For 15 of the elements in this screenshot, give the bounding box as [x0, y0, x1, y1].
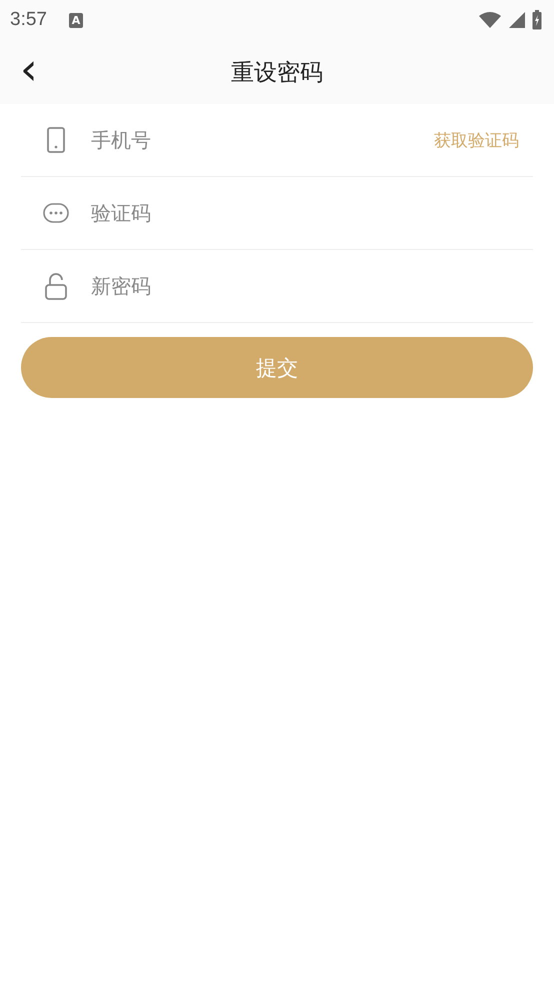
get-code-link[interactable]: 获取验证码: [434, 128, 533, 152]
chat-bubble-icon: [43, 203, 69, 223]
text-field[interactable]: 新密码: [91, 266, 533, 306]
battery-icon: [532, 10, 542, 30]
signal-icon: [508, 11, 526, 29]
lock-icon: [45, 272, 67, 300]
text-field[interactable]: 手机号: [91, 120, 434, 160]
notification-icon: A: [68, 12, 83, 28]
page-title: 重设密码: [231, 58, 323, 88]
text-field[interactable]: 验证码: [91, 193, 533, 233]
back-button[interactable]: ‹: [14, 46, 44, 94]
status-time: 3:57: [10, 9, 47, 31]
submit-button[interactable]: 提交: [21, 337, 533, 398]
phone-icon: [47, 127, 65, 153]
wifi-icon: [478, 11, 502, 29]
